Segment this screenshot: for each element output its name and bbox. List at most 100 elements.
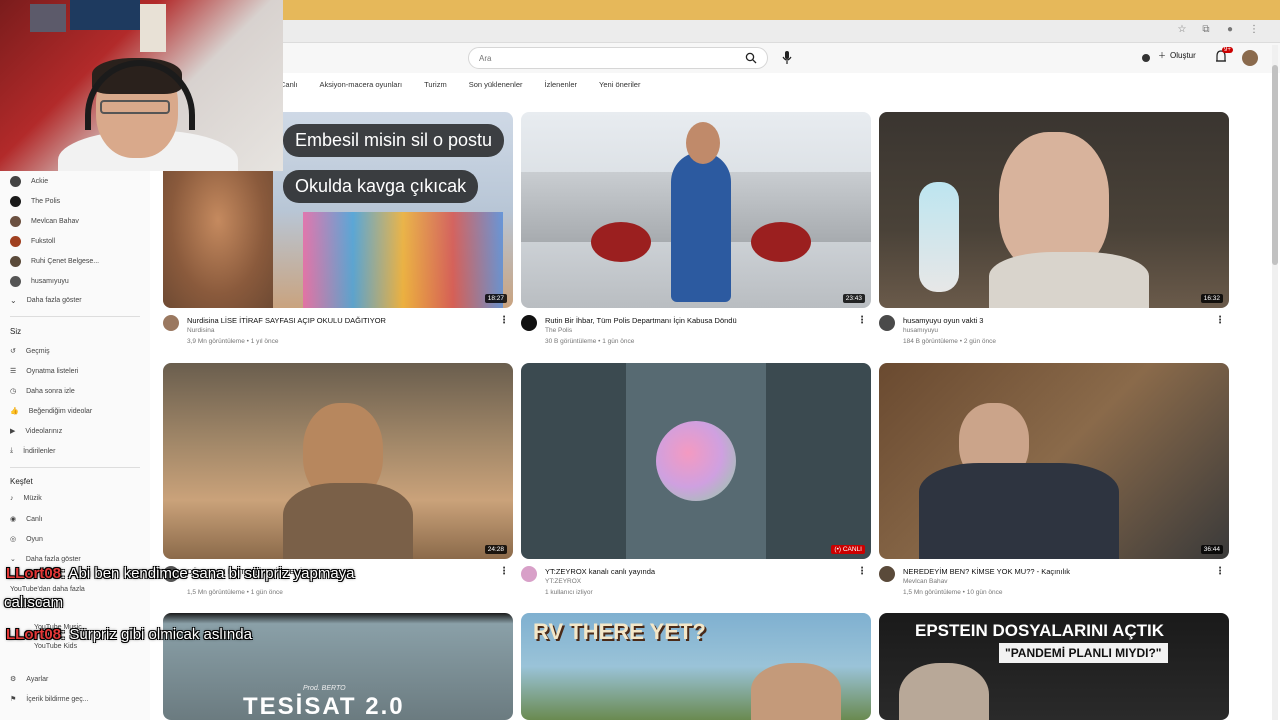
sidebar-more-from-youtube: YouTube'dan daha fazla (10, 586, 85, 593)
sidebar-explore-more[interactable]: ⌄ Daha fazla göster (10, 555, 81, 564)
sidebar-item-liked[interactable]: 👍 Beğendiğim videolar (10, 407, 92, 416)
bloody-hand-image (591, 222, 651, 262)
video-channel[interactable]: YT:ZEYROX (545, 578, 581, 585)
sidebar-item-report[interactable]: ⚑ İçerik bildirme geç... (10, 695, 89, 704)
video-thumbnail[interactable]: 23:43 (521, 112, 871, 308)
video-stats: 30 B görüntüleme • 1 gün önce (545, 338, 635, 345)
search-box[interactable] (468, 47, 768, 69)
explore-heading: Keşfet (10, 477, 33, 486)
more-options-icon[interactable]: ⋮ (857, 566, 867, 577)
channel-avatar (10, 256, 21, 267)
sidebar-item-kids[interactable]: YouTube Kids (34, 643, 77, 650)
chat-message-continuation: calıscam (4, 594, 64, 611)
video-title[interactable]: husamyuyu oyun vakti 3 (903, 316, 1203, 325)
video-title[interactable]: NEREDEYİM BEN? KİMSE YOK MU?? - Kaçınılı… (903, 567, 1203, 576)
bookmark-icon[interactable]: ☆ (1176, 24, 1188, 36)
search-input[interactable] (479, 48, 739, 69)
video-stats: 1,5 Mn görüntüleme • 10 gün önce (903, 589, 1003, 596)
thumbnail-text: TESİSAT 2.0 (243, 693, 405, 720)
person-image (163, 162, 273, 308)
extensions-icon[interactable]: ⧉ (1200, 24, 1212, 36)
chevron-down-icon: ⌄ (10, 296, 17, 305)
account-avatar[interactable] (1242, 50, 1258, 66)
video-title[interactable]: Nurdisina LİSE İTİRAF SAYFASI AÇIP OKULU… (187, 316, 487, 325)
video-channel[interactable]: Mevlcan Bahav (903, 578, 947, 585)
sidebar-item-sub-6[interactable]: husamıyuyu (10, 276, 69, 287)
chip-watched[interactable]: İzlenenler (545, 77, 578, 92)
cast-icon[interactable] (1140, 52, 1152, 64)
sidebar-item-playlists[interactable]: ☰ Oynatma listeleri (10, 367, 78, 376)
sidebar-item-history[interactable]: ↺ Geçmiş (10, 347, 50, 356)
video-stats: 184 B görüntüleme • 2 gün önce (903, 338, 996, 345)
video-channel[interactable]: Nurdisina (187, 327, 214, 334)
channel-avatar[interactable] (163, 315, 179, 331)
chat-text: : Sürpriz gibi olmicak aslında (61, 626, 252, 643)
chip-new-recommendations[interactable]: Yeni öneriler (599, 77, 640, 92)
wall-poster-image (70, 0, 140, 30)
channel-avatar[interactable] (521, 315, 537, 331)
thumbnail-text: RV THERE YET? (533, 619, 706, 644)
thumbnail-subtext: "PANDEMİ PLANLI MIYDI?" (999, 643, 1168, 663)
profile-icon[interactable]: ● (1224, 24, 1236, 36)
sidebar-item-settings[interactable]: ⚙ Ayarlar (10, 675, 48, 684)
gear-icon: ⚙ (10, 676, 17, 683)
person-image (751, 663, 841, 720)
sidebar-show-more[interactable]: ⌄ Daha fazla göster (10, 296, 82, 305)
more-options-icon[interactable]: ⋮ (1215, 566, 1225, 577)
sidebar-item-sub-5[interactable]: Ruhi Çenet Belgese... (10, 256, 99, 267)
video-thumbnail[interactable]: EPSTEIN DOSYALARINI AÇTIK "PANDEMİ PLANL… (879, 613, 1229, 720)
thumbnail-subtext: Prod. BERTO (303, 685, 346, 692)
video-duration: 16:32 (1200, 294, 1223, 303)
video-thumbnail[interactable]: 16:32 (879, 112, 1229, 308)
video-thumbnail[interactable]: (•) CANLI (521, 363, 871, 559)
create-button[interactable]: ＋ Oluştur (1158, 50, 1196, 61)
menu-icon[interactable]: ⋮ (1248, 24, 1260, 36)
video-thumbnail[interactable]: 24:28 (163, 363, 513, 559)
notification-badge: 9+ (1222, 47, 1233, 53)
more-options-icon[interactable]: ⋮ (499, 566, 509, 577)
sidebar-item-sub-2[interactable]: The Polis (10, 196, 60, 207)
sidebar-item-sub-3[interactable]: Mevlcan Bahav (10, 216, 79, 227)
thumbs-up-icon: 👍 (10, 408, 19, 415)
playlist-icon: ☰ (10, 368, 17, 375)
sidebar-item-your-videos[interactable]: ▶ Videolarınız (10, 427, 62, 436)
live-badge: (•) CANLI (831, 545, 865, 554)
download-icon: ⤓ (10, 447, 14, 454)
more-options-icon[interactable]: ⋮ (1215, 315, 1225, 326)
thumbnail-text: EPSTEIN DOSYALARINI AÇTIK (915, 621, 1165, 640)
sidebar-item-sub-4[interactable]: Fukstoll (10, 236, 55, 247)
chip-recently-uploaded[interactable]: Son yüklenenler (469, 77, 523, 92)
channel-avatar[interactable] (879, 566, 895, 582)
microphone-icon[interactable] (780, 50, 794, 66)
more-options-icon[interactable]: ⋮ (499, 315, 509, 326)
overlay-caption: Okulda kavga çıkıcak (283, 170, 479, 203)
channel-avatar[interactable] (879, 315, 895, 331)
sidebar-item-music[interactable]: ♪ Müzik (10, 495, 42, 502)
bloody-hand-image (751, 222, 811, 262)
person-image (671, 152, 731, 302)
scrollbar-thumb[interactable] (1272, 65, 1278, 265)
music-icon: ♪ (10, 495, 14, 502)
video-title[interactable]: YT:ZEYROX kanalı canlı yayında (545, 567, 845, 576)
video-channel[interactable]: husamıyuyu (903, 327, 938, 334)
sidebar-item-sub-1[interactable]: Ackie (10, 176, 48, 187)
video-channel[interactable]: The Polis (545, 327, 572, 334)
you-heading[interactable]: Siz (10, 327, 21, 336)
video-thumbnail[interactable]: 36:44 (879, 363, 1229, 559)
chip-action-adventure[interactable]: Aksiyon-macera oyunları (320, 77, 403, 92)
filter-chips: Canlı Aksiyon-macera oyunları Turizm Son… (280, 77, 640, 92)
search-icon[interactable] (745, 52, 757, 64)
video-thumbnail[interactable]: RV THERE YET? (521, 613, 871, 720)
more-options-icon[interactable]: ⋮ (857, 315, 867, 326)
video-title[interactable]: Rutin Bir İhbar, Tüm Polis Departmanı İç… (545, 316, 845, 325)
channel-avatar[interactable] (521, 566, 537, 582)
sidebar-item-downloads[interactable]: ⤓ İndirilenler (10, 447, 55, 455)
sidebar-item-watch-later[interactable]: ◷ Daha sonra izle (10, 387, 75, 396)
gamepad-icon: ◎ (10, 536, 17, 543)
sidebar-item-gaming[interactable]: ◎ Oyun (10, 535, 43, 544)
chip-tourism[interactable]: Turizm (424, 77, 447, 92)
person-image (999, 132, 1109, 272)
group-image (303, 212, 503, 308)
sidebar-item-live[interactable]: ◉ Canlı (10, 515, 42, 524)
page-scrollbar[interactable] (1272, 45, 1278, 720)
